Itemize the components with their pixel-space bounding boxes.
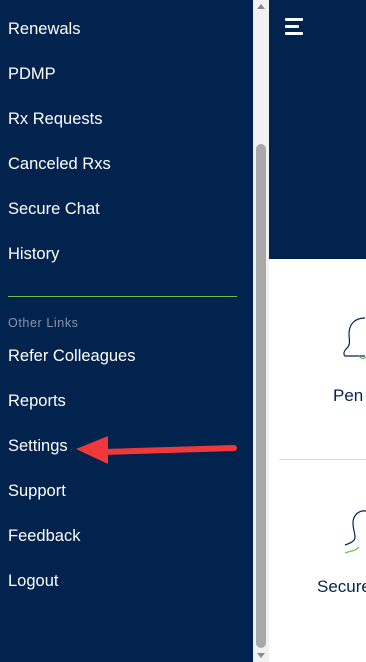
top-header (269, 0, 366, 259)
scrollbar-thumb[interactable] (256, 144, 266, 648)
sidebar-item-feedback[interactable]: Feedback (8, 526, 80, 546)
card-label-secure[interactable]: Secure (317, 577, 366, 597)
other-links-heading: Other Links (8, 316, 79, 330)
sidebar-item-settings[interactable]: Settings (8, 436, 68, 456)
sidebar-item-canceled-rxs[interactable]: Canceled Rxs (8, 154, 111, 174)
sidebar-item-refer-colleagues[interactable]: Refer Colleagues (8, 346, 136, 366)
sidebar-item-rx-requests[interactable]: Rx Requests (8, 109, 102, 129)
sidebar-item-history[interactable]: History (8, 244, 59, 264)
sidebar-menu: Renewals PDMP Rx Requests Canceled Rxs S… (0, 0, 253, 662)
pending-icon (343, 317, 366, 359)
card-label-pending[interactable]: Pen (333, 386, 363, 406)
sidebar-item-support[interactable]: Support (8, 481, 66, 501)
sidebar-item-renewals[interactable]: Renewals (8, 19, 80, 39)
hamburger-menu-icon[interactable] (285, 18, 305, 36)
sidebar-item-secure-chat[interactable]: Secure Chat (8, 199, 100, 219)
card-divider (279, 459, 366, 460)
main-content: Pen Secure (269, 0, 366, 662)
scroll-down-arrow-icon[interactable] (257, 653, 265, 658)
sidebar-item-logout[interactable]: Logout (8, 571, 58, 591)
annotation-arrow-icon (76, 436, 237, 464)
sidebar-item-reports[interactable]: Reports (8, 391, 66, 411)
secure-chat-icon (344, 510, 366, 554)
scroll-up-arrow-icon[interactable] (257, 4, 265, 9)
sidebar-divider (8, 296, 237, 297)
sidebar-item-pdmp[interactable]: PDMP (8, 64, 56, 84)
sidebar-scrollbar[interactable] (253, 0, 269, 662)
